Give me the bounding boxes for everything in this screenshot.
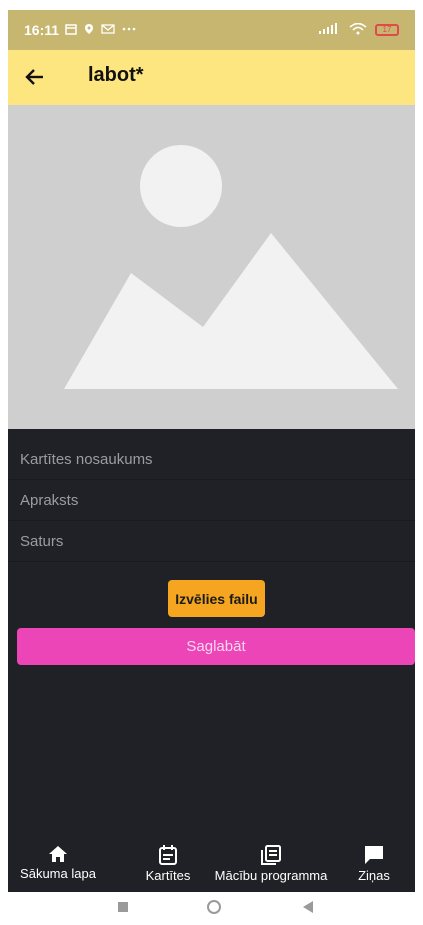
- nav-item-cards[interactable]: Kartītes: [128, 840, 208, 892]
- status-left: 16:11: [24, 22, 137, 38]
- status-bar: 16:11 17: [8, 10, 415, 50]
- bottom-nav: Sākuma lapa Kartītes Mācību programma Zi…: [8, 840, 415, 892]
- calendar-status-icon: [65, 22, 77, 38]
- home-circle-icon[interactable]: [205, 900, 223, 923]
- status-right: 17: [317, 22, 399, 38]
- image-preview[interactable]: [8, 105, 415, 429]
- mail-icon: [101, 22, 115, 38]
- choose-file-button[interactable]: Izvēlies failu: [168, 580, 265, 617]
- library-icon: [261, 845, 281, 865]
- chat-icon: [365, 846, 383, 864]
- nav-label-messages: Ziņas: [358, 868, 390, 883]
- arrow-left-icon[interactable]: [22, 64, 48, 90]
- system-nav-bar: [0, 892, 423, 925]
- nav-label-cards: Kartītes: [145, 868, 191, 883]
- app-bar: labot*: [8, 50, 415, 105]
- calendar-icon: [159, 845, 177, 865]
- nav-item-curriculum[interactable]: Mācību programma: [206, 840, 336, 892]
- wifi-icon: [349, 22, 367, 38]
- more-icon: [121, 22, 137, 38]
- content-input[interactable]: [8, 521, 415, 561]
- card-title-input[interactable]: [8, 439, 415, 479]
- image-placeholder-icon: [64, 145, 398, 389]
- description-field: [8, 480, 415, 521]
- recents-icon[interactable]: [116, 900, 130, 919]
- status-time: 16:11: [24, 22, 60, 38]
- nav-label-curriculum: Mācību programma: [214, 868, 328, 883]
- nav-item-home[interactable]: Sākuma lapa: [10, 840, 106, 892]
- signal-icon: [317, 22, 341, 38]
- page-title: labot*: [88, 64, 144, 86]
- content-field: [8, 521, 415, 562]
- back-triangle-icon[interactable]: [301, 900, 315, 919]
- description-input[interactable]: [8, 480, 415, 520]
- home-icon: [49, 846, 67, 862]
- nav-item-messages[interactable]: Ziņas: [348, 840, 400, 892]
- card-form: Izvēlies failu Saglabāt: [8, 429, 415, 840]
- battery-icon: 17: [375, 24, 399, 36]
- card-title-field: [8, 439, 415, 480]
- nav-label-home: Sākuma lapa: [20, 866, 96, 881]
- save-button[interactable]: Saglabāt: [17, 628, 415, 665]
- location-icon: [83, 22, 95, 38]
